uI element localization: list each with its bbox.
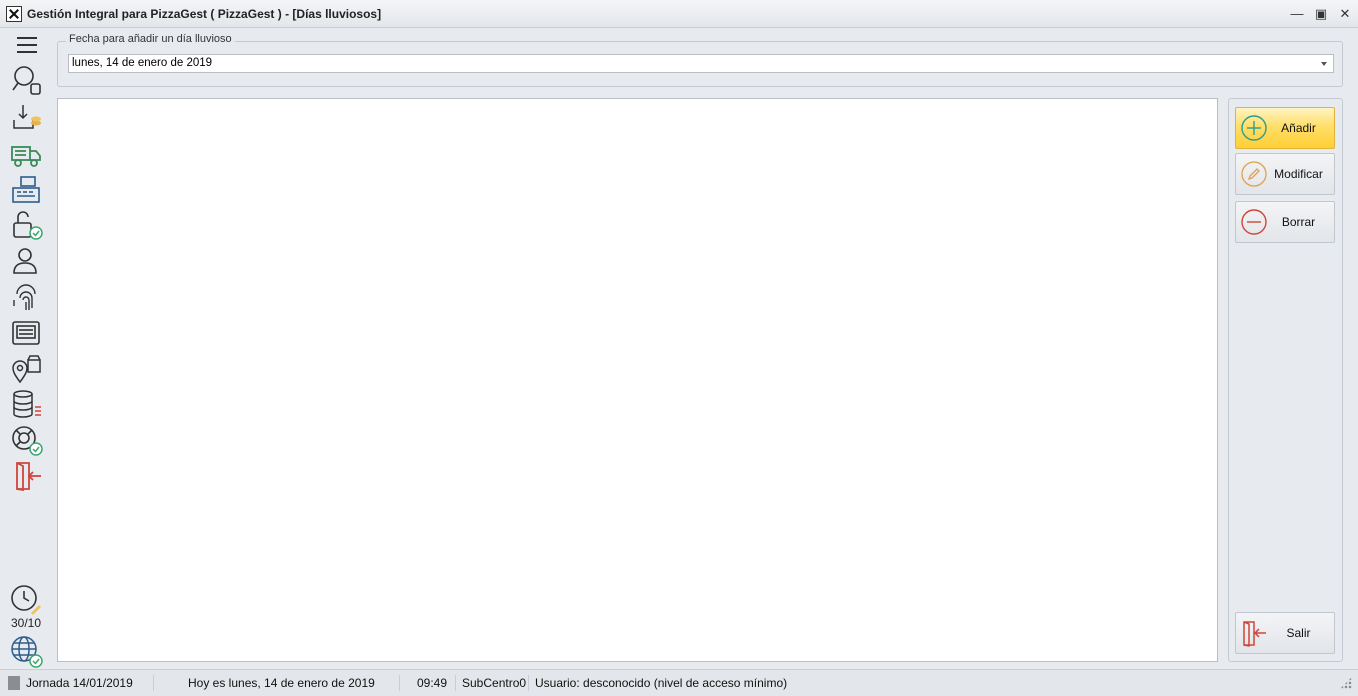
modify-button[interactable]: Modificar xyxy=(1235,153,1335,195)
search-icon[interactable] xyxy=(8,63,44,97)
window-title: Gestión Integral para PizzaGest ( PizzaG… xyxy=(27,6,382,21)
status-bar: Jornada 14/01/2019 Hoy es lunes, 14 de e… xyxy=(0,669,1358,696)
date-value: lunes, 14 de enero de 2019 xyxy=(72,57,213,69)
plus-circle-icon xyxy=(1241,115,1267,141)
exit-door-icon[interactable] xyxy=(8,459,44,493)
maximize-icon[interactable]: ▣ xyxy=(1310,3,1332,25)
modify-button-label: Modificar xyxy=(1274,167,1323,181)
date-picker[interactable]: lunes, 14 de enero de 2019 xyxy=(68,54,1334,73)
menu-icon[interactable] xyxy=(8,28,44,62)
pencil-circle-icon xyxy=(1241,161,1267,187)
globe-check-icon[interactable] xyxy=(8,634,44,668)
database-list-icon[interactable] xyxy=(8,387,44,421)
exit-button[interactable]: Salir xyxy=(1235,612,1335,654)
fingerprint-icon[interactable] xyxy=(8,280,44,314)
app-icon xyxy=(6,5,22,22)
status-time: 09:49 xyxy=(400,675,456,691)
status-jornada: Jornada 14/01/2019 xyxy=(26,675,154,691)
resize-grip-icon[interactable] xyxy=(1340,677,1352,689)
status-indicator xyxy=(8,676,20,690)
inbox-coins-icon[interactable] xyxy=(8,100,44,134)
clock-label: 30/10 xyxy=(10,616,42,630)
lifebuoy-check-icon[interactable] xyxy=(8,423,44,457)
window-controls: — ▣ ✕ xyxy=(1286,3,1358,25)
clock-edit-icon[interactable] xyxy=(8,583,44,617)
close-icon[interactable]: ✕ xyxy=(1334,3,1356,25)
user-icon[interactable] xyxy=(8,244,44,278)
status-today: Hoy es lunes, 14 de enero de 2019 xyxy=(154,675,400,691)
exit-door-icon xyxy=(1243,621,1266,647)
dropdown-arrow-icon[interactable] xyxy=(1321,62,1327,66)
exit-button-label: Salir xyxy=(1286,626,1311,640)
rainy-days-list[interactable] xyxy=(57,98,1218,662)
status-user: Usuario: desconocido (nivel de acceso mí… xyxy=(535,676,788,690)
add-button-label: Añadir xyxy=(1281,121,1316,135)
title-bar: Gestión Integral para PizzaGest ( PizzaG… xyxy=(0,0,1358,28)
sidebar: 30/10 xyxy=(0,28,52,668)
unlock-check-icon[interactable] xyxy=(8,208,44,242)
delete-button[interactable]: Borrar xyxy=(1235,201,1335,243)
delete-button-label: Borrar xyxy=(1281,215,1316,229)
store-location-icon[interactable] xyxy=(8,352,44,386)
minus-circle-icon xyxy=(1241,209,1267,235)
cash-register-icon[interactable] xyxy=(8,172,44,206)
keyboard-icon[interactable] xyxy=(8,316,44,350)
minimize-icon[interactable]: — xyxy=(1286,3,1308,25)
status-subcentro: SubCentro0 xyxy=(456,675,529,691)
add-button[interactable]: Añadir xyxy=(1235,107,1335,149)
date-groupbox-legend: Fecha para añadir un día lluvioso xyxy=(66,33,235,45)
delivery-truck-icon[interactable] xyxy=(8,137,44,171)
